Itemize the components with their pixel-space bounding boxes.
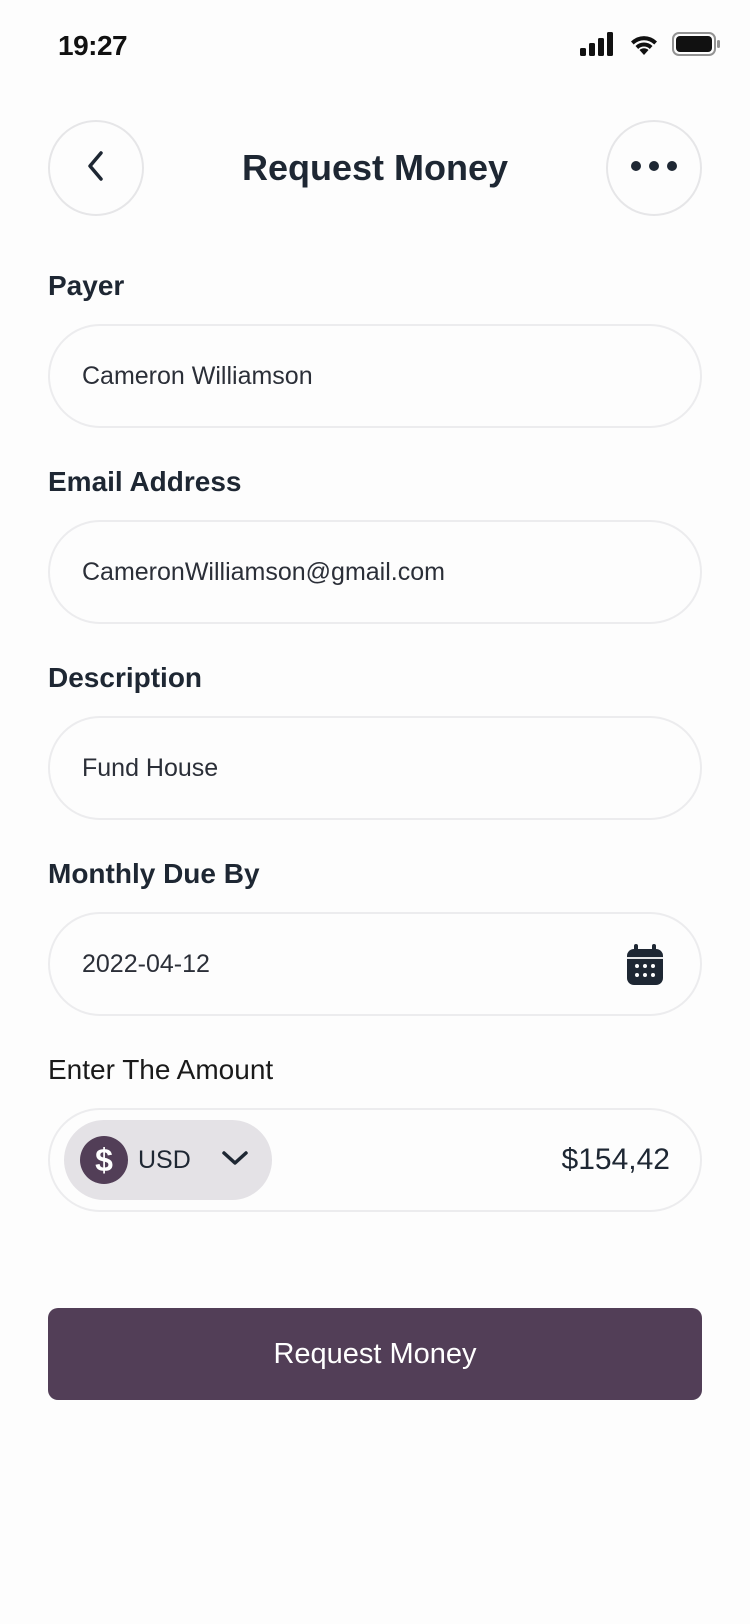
wifi-icon	[628, 32, 660, 61]
status-time: 19:27	[58, 30, 128, 61]
status-bar: 19:27	[0, 0, 750, 96]
amount-label: Enter The Amount	[48, 1054, 274, 1085]
due-date-value: 2022-04-12	[82, 949, 210, 978]
chevron-down-icon	[220, 1148, 250, 1173]
due-date-label: Monthly Due By	[48, 858, 260, 889]
email-value: CameronWilliamson@gmail.com	[82, 557, 445, 586]
more-horizontal-icon	[630, 159, 678, 177]
dollar-coin-icon: $	[80, 1136, 128, 1184]
email-field[interactable]: CameronWilliamson@gmail.com	[48, 520, 702, 624]
currency-selector[interactable]: $ USD	[64, 1120, 272, 1200]
more-options-button[interactable]	[606, 120, 702, 216]
chevron-left-icon	[84, 149, 108, 188]
email-label: Email Address	[48, 466, 242, 497]
status-icons	[580, 32, 720, 61]
currency-code: USD	[138, 1145, 191, 1174]
cellular-signal-icon	[580, 32, 616, 61]
battery-icon	[672, 32, 720, 61]
request-money-screen: 19:27 Request Money Payer Cameron Willia…	[0, 0, 750, 1624]
back-button[interactable]	[48, 120, 144, 216]
payer-label: Payer	[48, 270, 125, 301]
due-date-field[interactable]: 2022-04-12	[48, 912, 702, 1016]
request-money-button[interactable]: Request Money	[48, 1308, 702, 1400]
payer-field[interactable]: Cameron Williamson	[48, 324, 702, 428]
header: Request Money	[48, 120, 702, 216]
amount-field[interactable]: $ USD $154,42	[48, 1108, 702, 1212]
page-title: Request Money	[241, 147, 509, 188]
payer-value: Cameron Williamson	[82, 361, 313, 390]
description-field[interactable]: Fund House	[48, 716, 702, 820]
calendar-icon[interactable]	[626, 944, 664, 991]
amount-value: $154,42	[561, 1143, 670, 1176]
description-value: Fund House	[82, 753, 219, 782]
description-label: Description	[48, 662, 203, 693]
